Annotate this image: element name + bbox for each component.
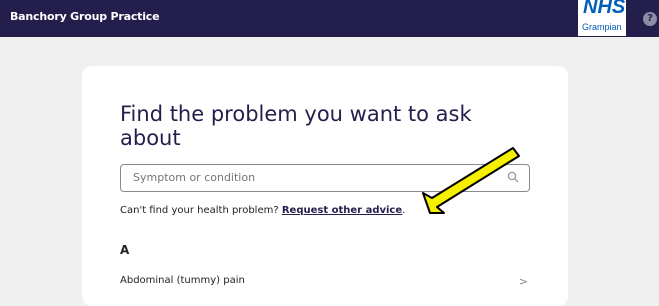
yellow-arrow-annotation-icon bbox=[422, 147, 520, 214]
